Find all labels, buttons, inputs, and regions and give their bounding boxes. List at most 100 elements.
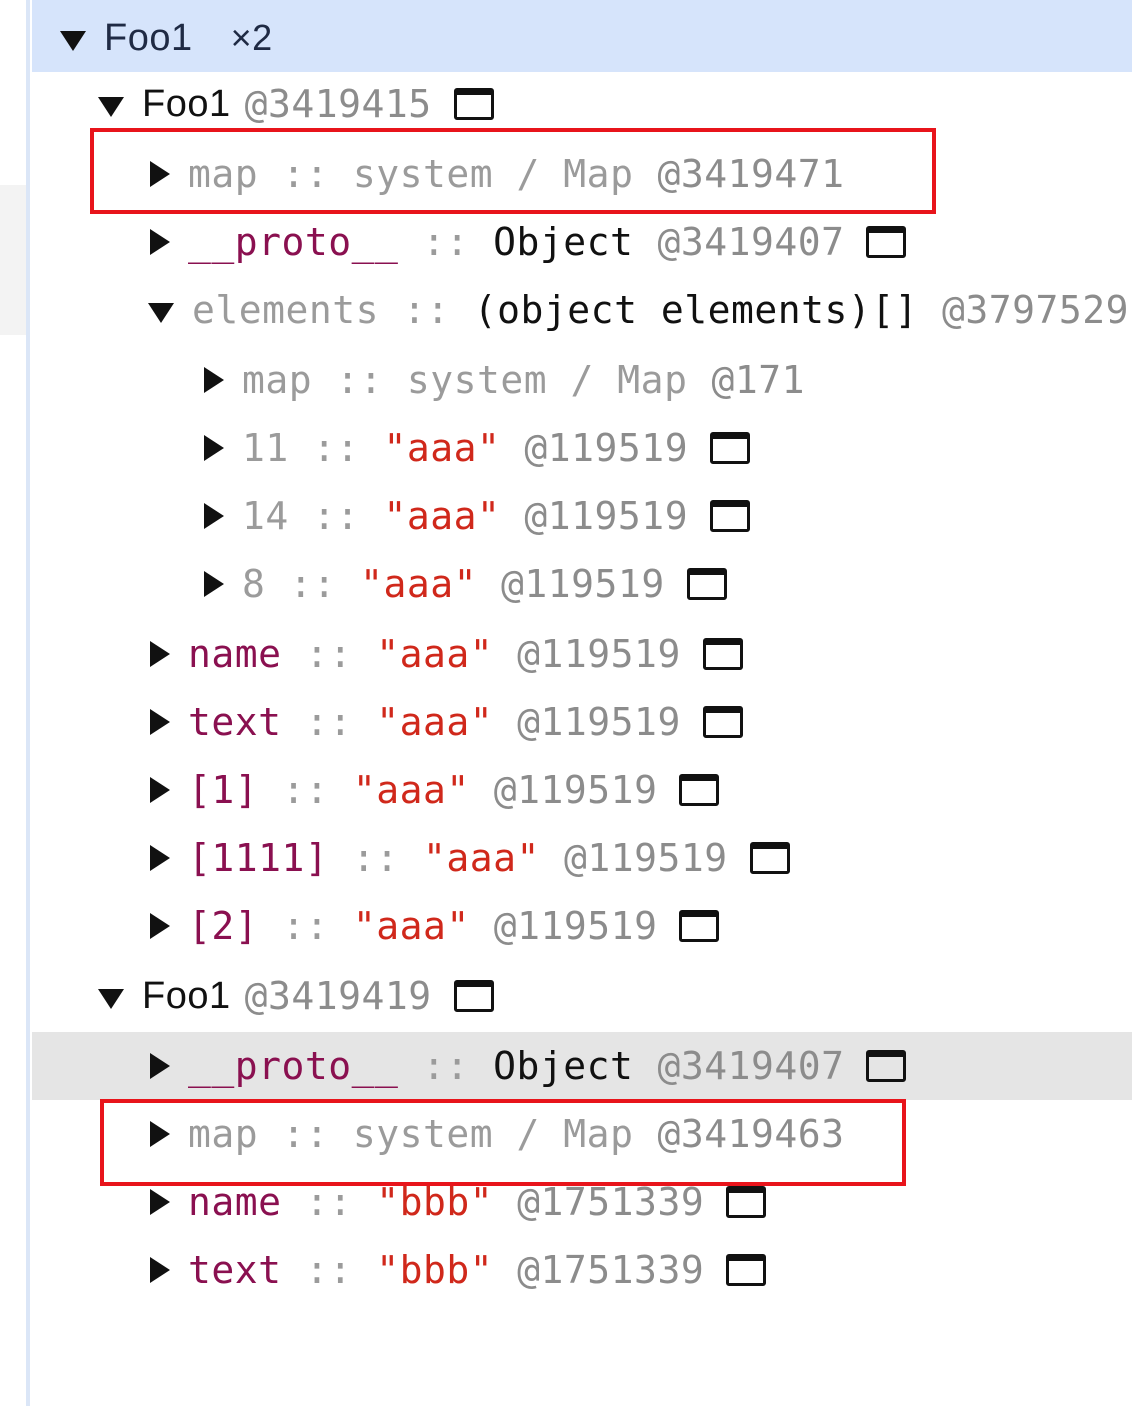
expand-triangle-icon[interactable] [150, 913, 170, 939]
property-row-selected[interactable]: __proto__ :: Object @3419407 [32, 1032, 1132, 1100]
property-row[interactable]: [2] :: "aaa" @119519 [32, 892, 1132, 960]
collapse-triangle-icon[interactable] [148, 303, 174, 323]
property-id: @3419463 [657, 1112, 845, 1156]
property-key: [2] [188, 904, 259, 948]
property-value: system / Map [352, 1112, 634, 1156]
property-separator: :: [305, 700, 353, 744]
element-row[interactable]: 8 :: "aaa" @119519 [32, 550, 1132, 618]
element-id: @119519 [501, 562, 665, 606]
property-row[interactable]: elements :: (object elements)[] @3797529 [32, 276, 1132, 344]
property-key: map [188, 152, 259, 196]
store-as-global-icon[interactable] [726, 1254, 767, 1286]
expand-triangle-icon[interactable] [150, 1257, 170, 1283]
store-as-global-icon[interactable] [686, 568, 727, 600]
collapse-triangle-icon[interactable] [60, 31, 86, 51]
element-separator: :: [336, 358, 383, 402]
store-as-global-icon[interactable] [453, 88, 494, 120]
store-as-global-icon[interactable] [749, 842, 790, 874]
expand-triangle-icon[interactable] [150, 1121, 170, 1147]
expand-triangle-icon[interactable] [204, 503, 224, 529]
property-row[interactable]: map :: system / Map @3419463 [32, 1100, 1132, 1168]
element-row[interactable]: 11 :: "aaa" @119519 [32, 414, 1132, 482]
property-separator: :: [422, 1044, 470, 1088]
element-id: @119519 [524, 494, 689, 538]
store-as-global-icon[interactable] [679, 774, 720, 806]
property-separator: :: [282, 768, 329, 812]
property-key: __proto__ [188, 1044, 399, 1088]
property-row[interactable]: __proto__ :: Object @3419407 [32, 208, 1132, 276]
store-as-global-icon[interactable] [679, 910, 720, 942]
expand-triangle-icon[interactable] [204, 571, 224, 597]
expand-triangle-icon[interactable] [150, 1189, 170, 1215]
store-as-global-icon[interactable] [866, 1050, 907, 1082]
store-as-global-icon[interactable] [710, 500, 751, 532]
property-key: name [188, 632, 282, 676]
property-key: __proto__ [188, 220, 399, 264]
element-value: "aaa" [360, 562, 478, 606]
element-separator: :: [312, 494, 360, 538]
element-row[interactable]: map :: system / Map @171 [32, 346, 1132, 414]
object-class-name: Foo1 [142, 974, 231, 1017]
property-row[interactable]: map :: system / Map @3419471 [32, 140, 1132, 208]
expand-triangle-icon[interactable] [150, 845, 170, 871]
property-id: @119519 [517, 632, 681, 676]
property-separator: :: [282, 904, 329, 948]
property-value: "aaa" [352, 768, 470, 812]
element-key: 11 [242, 426, 289, 470]
store-as-global-icon[interactable] [702, 706, 743, 738]
property-id: @119519 [493, 904, 658, 948]
gutter-divider[interactable] [26, 0, 30, 1406]
group-header-row[interactable]: Foo1 ×2 [32, 0, 1132, 72]
property-key: text [188, 1248, 282, 1292]
property-value: system / Map [352, 152, 634, 196]
expand-triangle-icon[interactable] [150, 709, 170, 735]
store-as-global-icon[interactable] [453, 980, 494, 1012]
property-separator: :: [282, 152, 329, 196]
element-key: 8 [242, 562, 266, 606]
property-value: "bbb" [376, 1248, 494, 1292]
expand-triangle-icon[interactable] [204, 367, 224, 393]
collapse-triangle-icon[interactable] [98, 989, 124, 1009]
expand-triangle-icon[interactable] [150, 1053, 170, 1079]
property-id: @3797529 [941, 288, 1130, 332]
expand-triangle-icon[interactable] [150, 161, 170, 187]
object-row[interactable]: Foo1 @3419419 [32, 962, 1132, 1030]
property-value: "aaa" [376, 632, 494, 676]
element-row[interactable]: 14 :: "aaa" @119519 [32, 482, 1132, 550]
property-value: "aaa" [376, 700, 494, 744]
object-id: @3419419 [244, 974, 432, 1018]
element-separator: :: [312, 426, 360, 470]
property-separator: :: [282, 1112, 329, 1156]
property-separator: :: [403, 288, 450, 332]
store-as-global-icon[interactable] [710, 432, 751, 464]
group-class-name: Foo1 [104, 16, 193, 59]
property-row[interactable]: name :: "aaa" @119519 [32, 620, 1132, 688]
expand-triangle-icon[interactable] [150, 777, 170, 803]
property-row[interactable]: text :: "bbb" @1751339 [32, 1236, 1132, 1304]
object-row[interactable]: Foo1 @3419415 [32, 70, 1132, 138]
property-id: @3419471 [657, 152, 845, 196]
group-instance-count: ×2 [230, 17, 273, 58]
property-key: [1] [188, 768, 259, 812]
property-row[interactable]: text :: "aaa" @119519 [32, 688, 1132, 756]
property-row[interactable]: name :: "bbb" @1751339 [32, 1168, 1132, 1236]
expand-triangle-icon[interactable] [150, 641, 170, 667]
property-separator: :: [305, 1248, 353, 1292]
collapse-triangle-icon[interactable] [98, 97, 124, 117]
element-key: map [242, 358, 313, 402]
property-row[interactable]: [1111] :: "aaa" @119519 [32, 824, 1132, 892]
property-value: "bbb" [376, 1180, 494, 1224]
store-as-global-icon[interactable] [702, 638, 743, 670]
store-as-global-icon[interactable] [726, 1186, 767, 1218]
property-value: (object elements)[] [473, 288, 918, 332]
property-id: @3419407 [657, 220, 845, 264]
expand-triangle-icon[interactable] [150, 229, 170, 255]
expand-triangle-icon[interactable] [204, 435, 224, 461]
element-value: "aaa" [383, 426, 501, 470]
store-as-global-icon[interactable] [866, 226, 907, 258]
element-value: system / Map [406, 358, 688, 402]
property-row[interactable]: [1] :: "aaa" @119519 [32, 756, 1132, 824]
element-key: 14 [242, 494, 289, 538]
element-id: @171 [711, 358, 805, 402]
gutter-shade [0, 185, 26, 335]
